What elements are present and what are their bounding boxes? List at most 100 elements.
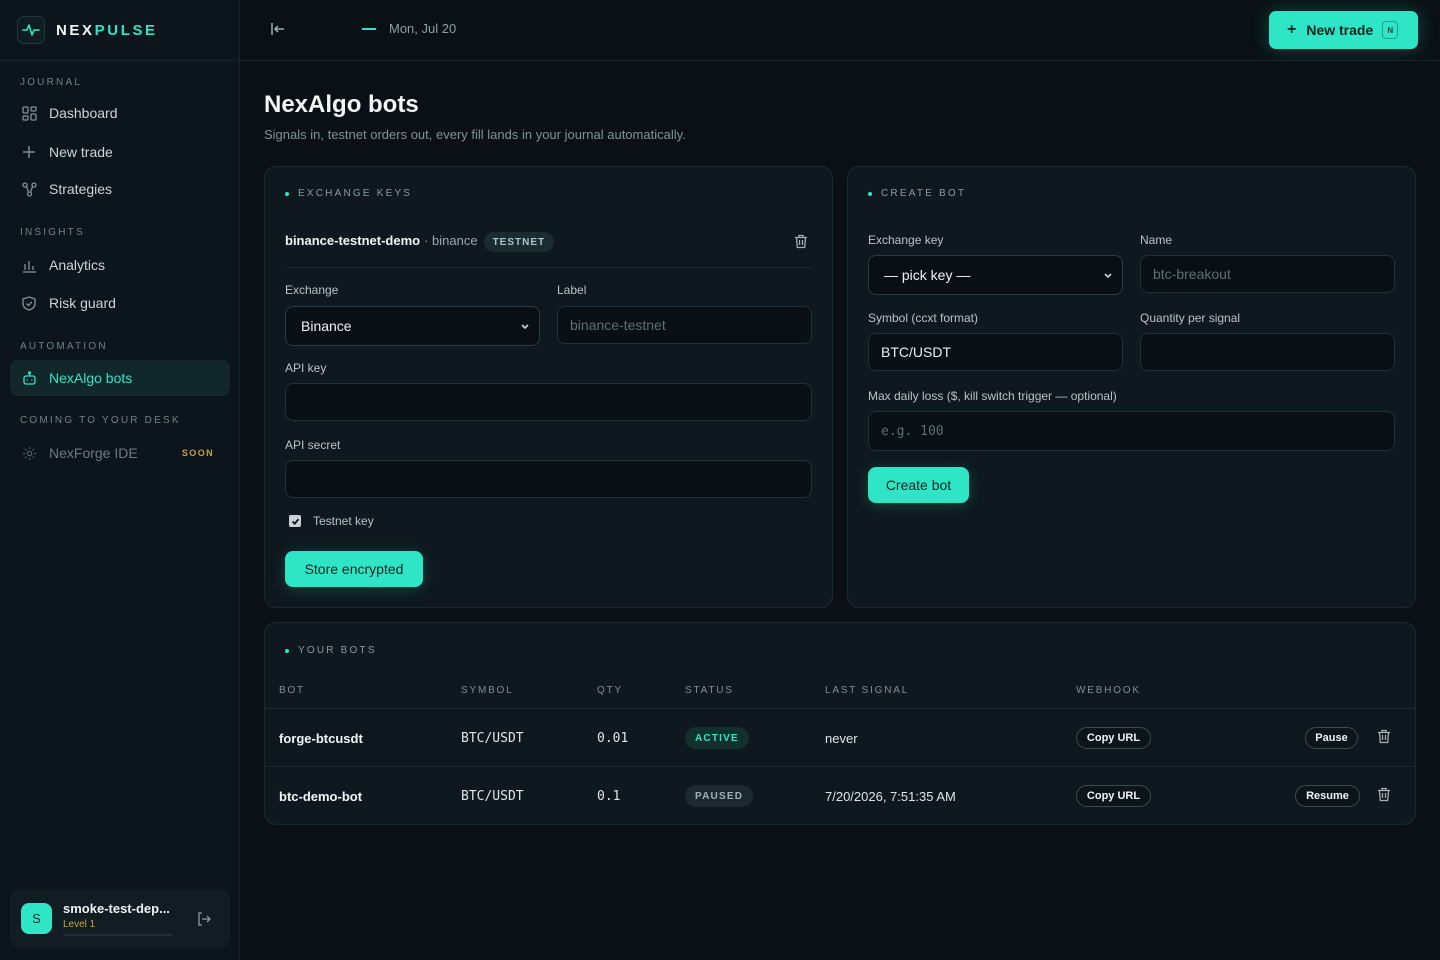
api-key-input[interactable] [285, 383, 812, 421]
sidebar-item-analytics[interactable]: Analytics [10, 247, 230, 283]
stored-key-exchange: · binance [424, 233, 478, 248]
chevron-down-icon [1102, 268, 1114, 284]
card-heading: YOUR BOTS [285, 645, 377, 656]
sidebar-item-new-trade[interactable]: New trade [10, 134, 230, 170]
symbol-input[interactable]: BTC/USDT [868, 333, 1123, 371]
bot-icon [20, 369, 38, 387]
plus-icon: + [1287, 21, 1297, 38]
avatar: S [21, 903, 52, 934]
logout-icon[interactable] [196, 911, 212, 927]
sidebar-item-label: New trade [49, 144, 113, 160]
new-trade-button[interactable]: + New trade N [1269, 11, 1418, 49]
copy-url-button[interactable]: Copy URL [1076, 785, 1151, 807]
user-info: smoke-test-dep... Level 1 [63, 901, 175, 936]
app-root: NEXPULSE JOURNAL Dashboard New trade Str… [0, 0, 1440, 960]
column-header-bot[interactable]: BOT [279, 685, 305, 696]
delete-bot-trash-icon[interactable] [1377, 729, 1391, 749]
table-row: btc-demo-bot BTC/USDT 0.1 PAUSED 7/20/20… [265, 766, 1415, 824]
column-header-last-signal[interactable]: LAST SIGNAL [825, 685, 909, 696]
exchange-select-value: Binance [301, 318, 352, 334]
sidebar-item-label: Dashboard [49, 105, 118, 121]
grid-icon [20, 104, 38, 122]
stored-key-name: binance-testnet-demo [285, 233, 421, 248]
shortcut-key: N [1382, 21, 1399, 39]
exchange-select[interactable]: Binance [285, 306, 540, 346]
resume-button[interactable]: Resume [1295, 785, 1360, 807]
column-header-webhook[interactable]: WEBHOOK [1076, 685, 1141, 696]
sidebar-item-label: Analytics [49, 257, 106, 273]
max-daily-loss-label: Max daily loss ($, kill switch trigger —… [868, 389, 1117, 403]
bot-name-cell[interactable]: forge-btcusdt [279, 731, 363, 746]
sidebar-item-label: NexAlgo bots [49, 370, 133, 386]
bar-chart-icon [20, 256, 38, 274]
card-heading: EXCHANGE KEYS [285, 188, 412, 199]
user-level: Level 1 [63, 919, 96, 930]
collapse-sidebar-icon[interactable] [270, 20, 286, 43]
your-bots-card: YOUR BOTS BOT SYMBOL QTY STATUS LAST SIG… [264, 622, 1416, 825]
max-daily-loss-input[interactable]: e.g. 100 [868, 411, 1395, 451]
heading-dot [285, 191, 289, 196]
status-badge: ACTIVE [685, 727, 749, 749]
create-bot-button[interactable]: Create bot [868, 467, 969, 503]
sidebar-item-nexalgo-bots[interactable]: NexAlgo bots [10, 360, 230, 396]
table-row: forge-btcusdt BTC/USDT 0.01 ACTIVE never… [265, 708, 1415, 766]
key-label-input[interactable]: binance-testnet [557, 306, 812, 344]
stored-key-row: binance-testnet-demo · binance TESTNET [285, 232, 812, 268]
sidebar-item-label: NexForge IDE [49, 445, 138, 461]
column-header-status[interactable]: STATUS [685, 685, 734, 696]
brand-name: NEXPULSE [56, 21, 158, 39]
sidebar-item-dashboard[interactable]: Dashboard [10, 95, 230, 131]
heading-text: EXCHANGE KEYS [298, 188, 413, 199]
heading-dot [285, 648, 289, 653]
date-text: Mon, Jul 20 [389, 21, 457, 36]
column-header-qty[interactable]: QTY [597, 685, 623, 696]
api-secret-input[interactable] [285, 460, 812, 498]
exchange-key-label: Exchange key [868, 233, 944, 247]
testnet-checkbox-label: Testnet key [313, 514, 374, 528]
symbol-cell: BTC/USDT [461, 731, 524, 746]
exchange-keys-card: EXCHANGE KEYS binance-testnet-demo · bin… [264, 166, 833, 608]
exchange-key-select-value: — pick key — [884, 267, 971, 283]
delete-key-trash-icon[interactable] [794, 234, 808, 254]
nav-section-insights: INSIGHTS [20, 227, 85, 238]
sidebar-item-strategies[interactable]: Strategies [10, 171, 230, 207]
nav-section-journal: JOURNAL [20, 77, 83, 88]
page-title: NexAlgo bots [264, 91, 419, 118]
exchange-key-select[interactable]: — pick key — [868, 255, 1123, 295]
nav-section-automation: AUTOMATION [20, 341, 108, 352]
card-heading: CREATE BOT [868, 188, 966, 199]
bot-name-input[interactable]: btc-breakout [1140, 255, 1395, 293]
last-signal-cell: 7/20/2026, 7:51:35 AM [825, 789, 956, 804]
symbol-label: Symbol (ccxt format) [868, 311, 979, 325]
sidebar-item-label: Strategies [49, 181, 113, 197]
bot-name-label: Name [1140, 233, 1173, 247]
exchange-label: Exchange [285, 283, 339, 297]
sidebar-item-risk-guard[interactable]: Risk guard [10, 285, 230, 321]
page-subtitle: Signals in, testnet orders out, every fi… [264, 127, 686, 142]
copy-url-button[interactable]: Copy URL [1076, 727, 1151, 749]
sidebar-item-label: Risk guard [49, 295, 116, 311]
current-date: Mon, Jul 20 [362, 21, 456, 36]
sidebar-item-nexforge-ide[interactable]: NexForge IDE SOON [10, 435, 230, 471]
pause-button[interactable]: Pause [1305, 727, 1358, 749]
user-card[interactable]: S smoke-test-dep... Level 1 [10, 889, 230, 948]
last-signal-cell: never [825, 731, 858, 746]
column-header-symbol[interactable]: SYMBOL [461, 685, 513, 696]
api-key-label: API key [285, 361, 327, 375]
testnet-badge: TESTNET [483, 232, 555, 252]
delete-bot-trash-icon[interactable] [1377, 787, 1391, 807]
store-encrypted-button[interactable]: Store encrypted [285, 551, 423, 587]
heading-dot [868, 191, 872, 196]
bot-name-cell[interactable]: btc-demo-bot [279, 789, 362, 804]
heading-text: YOUR BOTS [298, 645, 377, 656]
testnet-checkbox[interactable] [289, 515, 301, 527]
user-name: smoke-test-dep... [63, 901, 170, 916]
brand[interactable]: NEXPULSE [0, 0, 239, 61]
api-secret-label: API secret [285, 438, 341, 452]
topbar: Mon, Jul 20 + New trade N [240, 0, 1440, 61]
quantity-input[interactable] [1140, 333, 1395, 371]
nav-section-coming-soon: COMING TO YOUR DESK [20, 415, 181, 426]
symbol-cell: BTC/USDT [461, 789, 524, 804]
shield-icon [20, 294, 38, 312]
main-content: NexAlgo bots Signals in, testnet orders … [240, 61, 1440, 960]
